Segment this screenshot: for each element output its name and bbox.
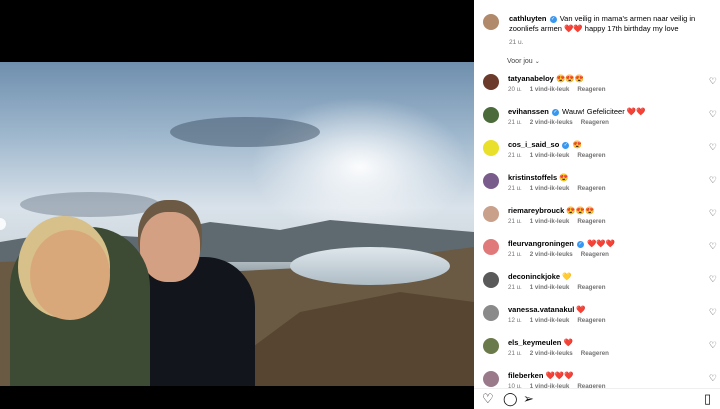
commenter-username[interactable]: riemareybrouck [508, 206, 564, 215]
reply-button[interactable]: Reageren [577, 284, 605, 291]
reply-button[interactable]: Reageren [577, 152, 605, 159]
heart-outline-icon[interactable]: ♡ [709, 274, 717, 285]
comment-timestamp: 12 u. [508, 317, 522, 324]
comment-likes[interactable]: 1 vind-ik-leuk [530, 317, 570, 324]
commenter-username[interactable]: tatyanabeloy [508, 74, 554, 83]
speech-bubble-icon[interactable]: ◯ [503, 392, 518, 406]
post-photo[interactable] [0, 62, 474, 386]
comment-timestamp: 21 u. [508, 119, 522, 126]
comment-item: evihanssen ✓ Wauw! Gefeliciteer ❤️❤️ 21 u… [483, 105, 720, 138]
reply-button[interactable]: Reageren [581, 251, 609, 258]
reply-button[interactable]: Reageren [577, 185, 605, 192]
photo-person-head [140, 212, 200, 282]
comment-timestamp: 20 u. [508, 86, 522, 93]
commenter-username[interactable]: fleurvangroningen [508, 239, 574, 248]
commenter-avatar[interactable] [483, 74, 499, 90]
heart-outline-icon[interactable]: ♡ [709, 109, 717, 120]
heart-outline-icon[interactable]: ♡ [709, 142, 717, 153]
post-timestamp: 21 u. [509, 39, 524, 46]
comment-likes[interactable]: 2 vind-ik-leuks [530, 350, 573, 357]
comment-timestamp: 21 u. [508, 218, 522, 225]
comment-text: ❤️ [576, 305, 586, 314]
comment-likes[interactable]: 1 vind-ik-leuk [530, 218, 570, 225]
comment-text: 😍 [559, 173, 569, 182]
reply-button[interactable]: Reageren [577, 86, 605, 93]
comment-timestamp: 21 u. [508, 251, 522, 258]
sort-comments-dropdown[interactable]: Voor jou ⌄ [507, 58, 540, 65]
commenter-username[interactable]: cos_i_said_so [508, 140, 559, 149]
commenter-avatar[interactable] [483, 371, 499, 387]
photo-lake [290, 247, 450, 285]
comment-text: ❤️❤️❤️ [545, 371, 574, 380]
chevron-down-icon: ⌄ [534, 59, 540, 65]
commenter-username[interactable]: deconinckjoke [508, 272, 560, 281]
commenter-avatar[interactable] [483, 206, 499, 222]
heart-outline-icon[interactable]: ♡ [709, 76, 717, 87]
comment-text: ❤️❤️❤️ [587, 239, 616, 248]
commenter-avatar[interactable] [483, 173, 499, 189]
comment-item: kristinstoffels 😍 21 u. 1 vind-ik-leuk Reag… [483, 171, 720, 204]
comment-item: els_keymeulen ❤️ 21 u. 2 vind-ik-leuks Reag… [483, 336, 720, 369]
author-avatar[interactable] [483, 14, 499, 30]
heart-outline-icon[interactable]: ♡ [709, 241, 717, 252]
heart-outline-icon[interactable]: ♡ [709, 373, 717, 384]
commenter-avatar[interactable] [483, 239, 499, 255]
heart-outline-icon[interactable]: ♡ [709, 208, 717, 219]
heart-outline-icon[interactable]: ♡ [709, 175, 717, 186]
author-username[interactable]: cathluyten [509, 14, 547, 23]
comment-text: 😍😍😍 [555, 74, 584, 83]
comment-likes[interactable]: 1 vind-ik-leuk [530, 152, 570, 159]
commenter-avatar[interactable] [483, 338, 499, 354]
verified-icon: ✓ [549, 15, 557, 23]
comment-list: tatyanabeloy 😍😍😍 20 u. 1 vind-ik-leuk Reage… [483, 72, 720, 402]
comment-likes[interactable]: 1 vind-ik-leuk [530, 86, 570, 93]
comment-item: tatyanabeloy 😍😍😍 20 u. 1 vind-ik-leuk Reage… [483, 72, 720, 105]
reply-button[interactable]: Reageren [577, 218, 605, 225]
reply-button[interactable]: Reageren [577, 317, 605, 324]
comment-item: cos_i_said_so ✓ 😍 21 u. 1 vind-ik-leuk Reag… [483, 138, 720, 171]
comment-likes[interactable]: 1 vind-ik-leuk [530, 185, 570, 192]
sort-label: Voor jou [507, 58, 533, 65]
commenter-avatar[interactable] [483, 272, 499, 288]
reply-button[interactable]: Reageren [581, 350, 609, 357]
verified-icon: ✓ [551, 108, 559, 116]
comment-text: 💛 [562, 272, 572, 281]
comment-likes[interactable]: 2 vind-ik-leuks [530, 251, 573, 258]
comment-timestamp: 21 u. [508, 350, 522, 357]
comment-likes[interactable]: 2 vind-ik-leuks [530, 119, 573, 126]
photo-person-head [30, 230, 110, 320]
reply-button[interactable]: Reageren [581, 119, 609, 126]
commenter-username[interactable]: evihanssen [508, 107, 549, 116]
post-caption: cathluyten ✓ Van veilig in mama's armen … [483, 14, 713, 34]
bookmark-icon[interactable]: ▯ [704, 392, 711, 406]
post-actions-bar: ♡ ◯ ➢ ▯ [474, 388, 720, 409]
comment-likes[interactable]: 1 vind-ik-leuk [530, 284, 570, 291]
verified-icon: ✓ [562, 141, 570, 149]
commenter-avatar[interactable] [483, 305, 499, 321]
comment-item: deconinckjoke 💛 21 u. 1 vind-ik-leuk Reager… [483, 270, 720, 303]
commenter-username[interactable]: els_keymeulen [508, 338, 561, 347]
comment-timestamp: 21 u. [508, 284, 522, 291]
commenter-avatar[interactable] [483, 107, 499, 123]
paper-plane-icon[interactable]: ➢ [523, 392, 534, 406]
comment-text: ❤️ [563, 338, 573, 347]
commenter-username[interactable]: fileberken [508, 371, 543, 380]
verified-icon: ✓ [576, 240, 584, 248]
comment-text: 😍 [572, 140, 582, 149]
comment-item: fleurvangroningen ✓ ❤️❤️❤️ 21 u. 2 vind-ik… [483, 237, 720, 270]
comment-timestamp: 21 u. [508, 152, 522, 159]
commenter-username[interactable]: vanessa.vatanakul [508, 305, 574, 314]
comment-text: 😍😍😍 [566, 206, 595, 215]
comment-item: vanessa.vatanakul ❤️ 12 u. 1 vind-ik-leuk R… [483, 303, 720, 336]
comments-panel: cathluyten ✓ Van veilig in mama's armen … [474, 0, 720, 409]
commenter-avatar[interactable] [483, 140, 499, 156]
comment-timestamp: 21 u. [508, 185, 522, 192]
comment-text: Wauw! Gefeliciteer ❤️❤️ [562, 107, 646, 116]
heart-outline-icon[interactable]: ♡ [709, 340, 717, 351]
heart-outline-icon[interactable]: ♡ [709, 307, 717, 318]
post-media [0, 0, 474, 409]
commenter-username[interactable]: kristinstoffels [508, 173, 557, 182]
comment-item: riemareybrouck 😍😍😍 21 u. 1 vind-ik-leuk Rea… [483, 204, 720, 237]
heart-outline-icon[interactable]: ♡ [482, 392, 494, 406]
